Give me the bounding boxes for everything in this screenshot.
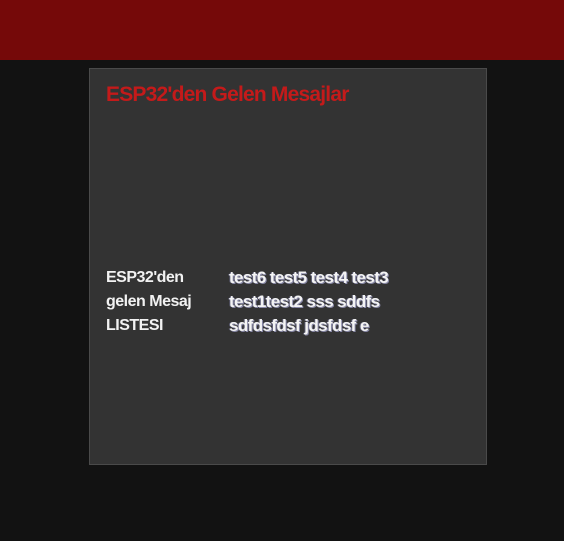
messages-list-label: ESP32'den gelen Mesaj LISTESI <box>106 269 192 334</box>
messages-panel: ESP32'den Gelen Mesajlar ESP32'den gelen… <box>89 68 487 465</box>
messages-list: test6 test5 test4 test3 test1test2 sss s… <box>229 268 389 335</box>
panel-title: ESP32'den Gelen Mesajlar <box>106 83 349 106</box>
top-header-bar <box>0 0 564 60</box>
